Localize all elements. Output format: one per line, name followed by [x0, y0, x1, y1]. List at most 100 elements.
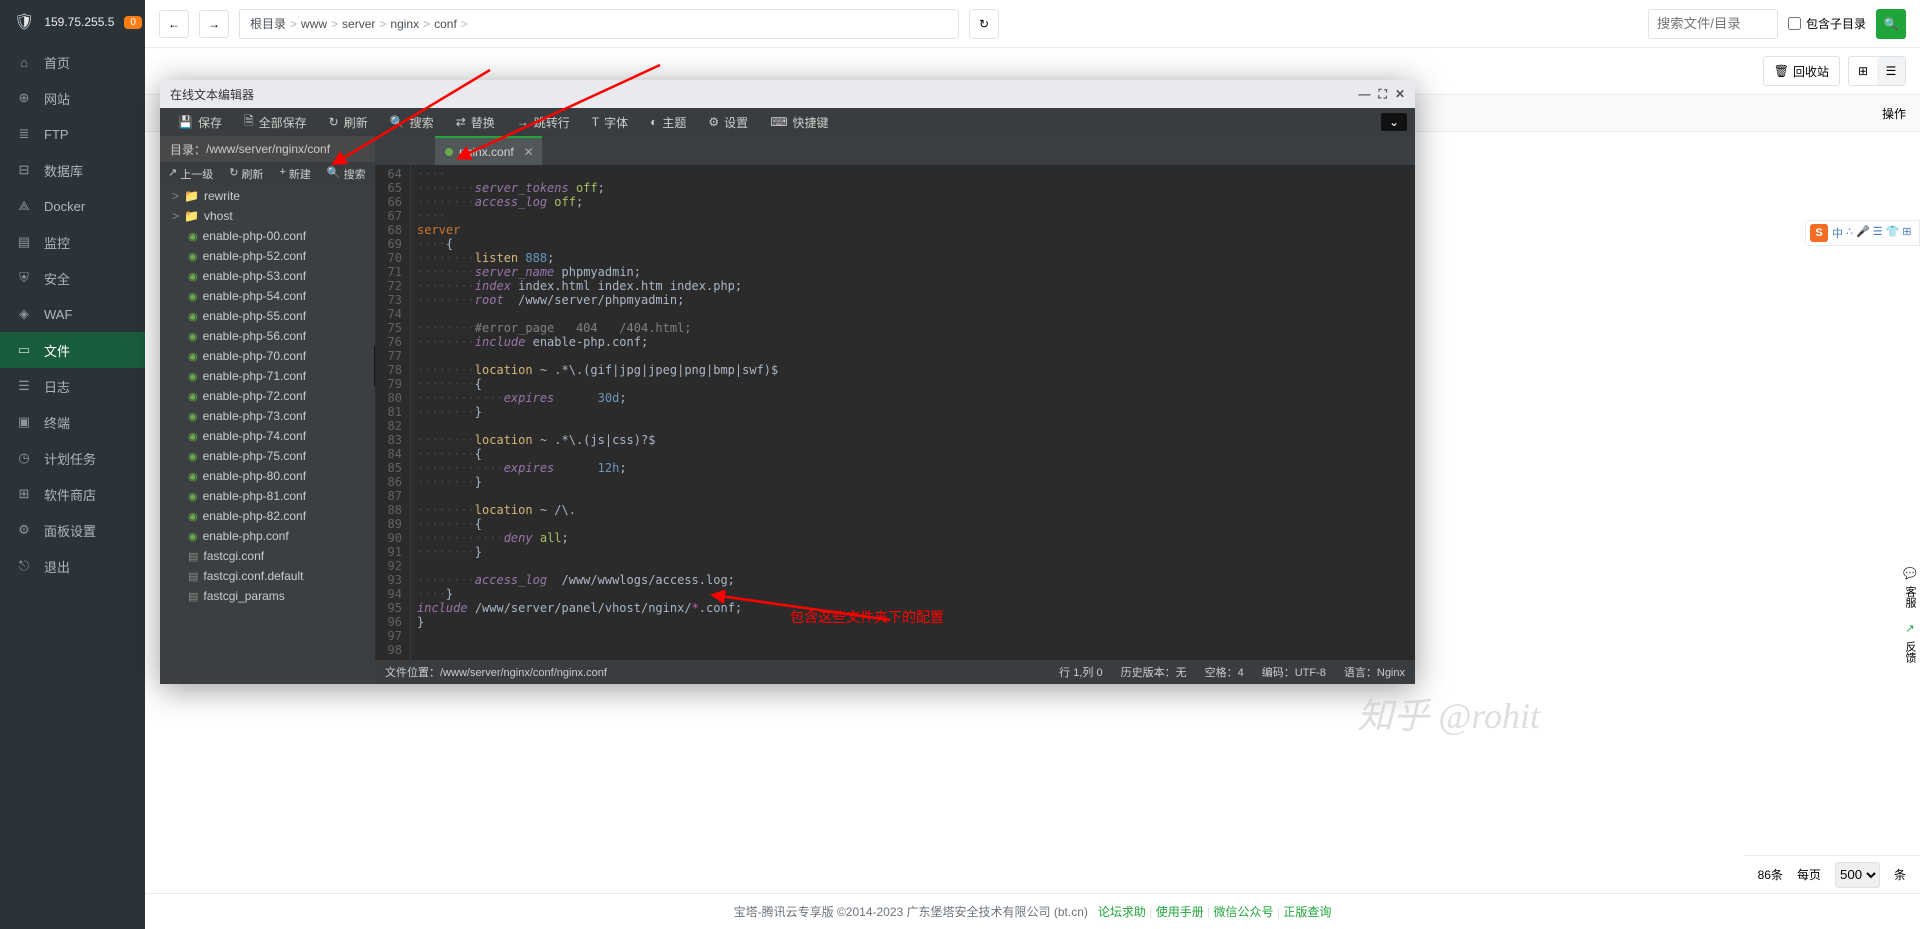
- toolbar-替换[interactable]: ⇄替换: [446, 110, 505, 134]
- breadcrumb[interactable]: 根目录>www>server>nginx>conf>: [239, 9, 959, 39]
- nav-item-数据库[interactable]: ⊟数据库: [0, 152, 145, 188]
- notif-badge[interactable]: 0: [124, 16, 142, 29]
- per-page-select[interactable]: 500: [1835, 862, 1880, 888]
- nav-item-退出[interactable]: ⎋退出: [0, 548, 145, 584]
- tree-item-enable-php-71.conf[interactable]: ◉enable-php-71.conf: [160, 366, 375, 386]
- toolbar-全部保存[interactable]: 🗎全部保存: [234, 110, 317, 134]
- toolbar-字体[interactable]: T字体: [582, 110, 638, 134]
- tree-item-enable-php-56.conf[interactable]: ◉enable-php-56.conf: [160, 326, 375, 346]
- tree-item-enable-php-54.conf[interactable]: ◉enable-php-54.conf: [160, 286, 375, 306]
- encoding[interactable]: 编码：UTF-8: [1262, 664, 1326, 680]
- breadcrumb-item[interactable]: conf: [434, 17, 457, 31]
- nav-back[interactable]: ←: [159, 10, 189, 38]
- file-tree[interactable]: > 📁rewrite> 📁vhost◉enable-php-00.conf◉en…: [160, 186, 375, 684]
- ime-icon[interactable]: ☰: [1873, 225, 1883, 241]
- toolbar-设置[interactable]: ⚙设置: [698, 110, 758, 134]
- code-area[interactable]: 6465666768697071727374757677787980818283…: [375, 165, 1415, 660]
- maximize-icon[interactable]: ⛶: [1379, 87, 1387, 102]
- indent[interactable]: 空格：4: [1205, 664, 1244, 680]
- help-反馈[interactable]: ↗反馈: [1900, 622, 1920, 669]
- close-icon[interactable]: ✕: [1395, 87, 1405, 102]
- ime-toolbar[interactable]: S 中∴🎤☰👕⊞: [1805, 220, 1920, 246]
- search-button[interactable]: 🔍: [1876, 9, 1906, 39]
- nav-item-计划任务[interactable]: ◷计划任务: [0, 440, 145, 476]
- tree-item-fastcgi_params[interactable]: ▤fastcgi_params: [160, 586, 375, 606]
- history[interactable]: 历史版本：无: [1121, 664, 1187, 680]
- modal-titlebar[interactable]: 在线文本编辑器 — ⛶ ✕: [160, 80, 1415, 108]
- toolbar-保存[interactable]: 💾保存: [168, 110, 232, 134]
- minimize-icon[interactable]: —: [1359, 87, 1371, 102]
- breadcrumb-item[interactable]: www: [301, 17, 327, 31]
- tree-item-enable-php-72.conf[interactable]: ◉enable-php-72.conf: [160, 386, 375, 406]
- refresh-button[interactable]: ↻: [969, 9, 999, 39]
- toolbar-刷新[interactable]: ↻刷新: [319, 110, 378, 134]
- code-content[interactable]: ···· ········server_tokens off; ········…: [411, 165, 778, 660]
- tree-item-enable-php-70.conf[interactable]: ◉enable-php-70.conf: [160, 346, 375, 366]
- tree-item-enable-php-00.conf[interactable]: ◉enable-php-00.conf: [160, 226, 375, 246]
- tree-新建[interactable]: +新建: [271, 166, 318, 182]
- tree-刷新[interactable]: ↻刷新: [221, 166, 271, 182]
- ime-icon[interactable]: ∴: [1846, 225, 1853, 241]
- nav-label: 退出: [44, 557, 70, 576]
- nav-item-网站[interactable]: ⊕网站: [0, 80, 145, 116]
- tree-item-enable-php.conf[interactable]: ◉enable-php.conf: [160, 526, 375, 546]
- editor-tab[interactable]: nginx.conf ✕: [435, 136, 542, 165]
- search-input[interactable]: [1648, 9, 1778, 39]
- tree-item-enable-php-55.conf[interactable]: ◉enable-php-55.conf: [160, 306, 375, 326]
- tree-item-enable-php-53.conf[interactable]: ◉enable-php-53.conf: [160, 266, 375, 286]
- nav-item-文件[interactable]: ▭文件: [0, 332, 145, 368]
- toolbar-主题[interactable]: ◐主题: [640, 110, 696, 134]
- topbar: ← → 根目录>www>server>nginx>conf> ↻ 包含子目录 🔍: [145, 0, 1920, 48]
- nav-item-FTP[interactable]: ≣FTP: [0, 116, 145, 152]
- toolbar-搜索[interactable]: 🔍搜索: [380, 110, 444, 134]
- tree-item-enable-php-80.conf[interactable]: ◉enable-php-80.conf: [160, 466, 375, 486]
- tree-item-enable-php-81.conf[interactable]: ◉enable-php-81.conf: [160, 486, 375, 506]
- nav-item-安全[interactable]: ⛨安全: [0, 260, 145, 296]
- footer-link[interactable]: 论坛求助: [1098, 905, 1146, 919]
- nav-item-WAF[interactable]: ◈WAF: [0, 296, 145, 332]
- tree-搜索[interactable]: 🔍搜索: [319, 166, 374, 182]
- tree-item-enable-php-75.conf[interactable]: ◉enable-php-75.conf: [160, 446, 375, 466]
- tree-item-enable-php-52.conf[interactable]: ◉enable-php-52.conf: [160, 246, 375, 266]
- breadcrumb-item[interactable]: server: [342, 17, 375, 31]
- include-subdir-checkbox[interactable]: 包含子目录: [1788, 15, 1866, 32]
- ime-icon[interactable]: 🎤: [1856, 225, 1870, 241]
- nav-item-面板设置[interactable]: ⚙面板设置: [0, 512, 145, 548]
- ime-icon[interactable]: ⊞: [1902, 225, 1911, 241]
- footer-link[interactable]: 使用手册: [1156, 905, 1204, 919]
- breadcrumb-item[interactable]: 根目录: [250, 15, 286, 32]
- tree-上一级[interactable]: ↗上一级: [160, 166, 221, 182]
- toolbar-快捷键[interactable]: ⌨快捷键: [760, 110, 838, 134]
- nav-forward[interactable]: →: [199, 10, 229, 38]
- tree-item-fastcgi.conf[interactable]: ▤fastcgi.conf: [160, 546, 375, 566]
- tab-close-icon[interactable]: ✕: [524, 145, 534, 159]
- recycle-button[interactable]: 🗑回收站: [1763, 56, 1840, 86]
- nav-item-首页[interactable]: ⌂首页: [0, 44, 145, 80]
- toolbar-more-icon[interactable]: ⌄: [1381, 113, 1407, 131]
- nav-item-监控[interactable]: ▤监控: [0, 224, 145, 260]
- list-view-icon[interactable]: ☰: [1877, 57, 1905, 85]
- footer-link[interactable]: 正版查询: [1283, 905, 1331, 919]
- tree-item-enable-php-82.conf[interactable]: ◉enable-php-82.conf: [160, 506, 375, 526]
- tree-item-vhost[interactable]: > 📁vhost: [160, 206, 375, 226]
- tree-item-enable-php-73.conf[interactable]: ◉enable-php-73.conf: [160, 406, 375, 426]
- nav-label: Docker: [44, 199, 85, 214]
- ime-icon[interactable]: 中: [1832, 225, 1843, 241]
- tree-item-fastcgi.conf.default[interactable]: ▤fastcgi.conf.default: [160, 566, 375, 586]
- tree-item-rewrite[interactable]: > 📁rewrite: [160, 186, 375, 206]
- nav-item-日志[interactable]: ☰日志: [0, 368, 145, 404]
- breadcrumb-item[interactable]: nginx: [390, 17, 419, 31]
- view-toggle[interactable]: ⊞ ☰: [1848, 56, 1906, 86]
- nav-item-终端[interactable]: ▣终端: [0, 404, 145, 440]
- help-客服[interactable]: 💬客服: [1900, 567, 1920, 614]
- grid-view-icon[interactable]: ⊞: [1849, 57, 1877, 85]
- sogou-logo-icon: S: [1810, 224, 1828, 242]
- footer-link[interactable]: 微信公众号: [1214, 905, 1274, 919]
- tree-item-enable-php-74.conf[interactable]: ◉enable-php-74.conf: [160, 426, 375, 446]
- nav-item-软件商店[interactable]: ⊞软件商店: [0, 476, 145, 512]
- lang[interactable]: 语言：Nginx: [1344, 664, 1405, 680]
- ime-icon[interactable]: 👕: [1886, 225, 1900, 241]
- toolbar-跳转行[interactable]: →跳转行: [507, 110, 580, 134]
- nav-item-Docker[interactable]: ⟁Docker: [0, 188, 145, 224]
- nav-icon: ▣: [16, 414, 32, 430]
